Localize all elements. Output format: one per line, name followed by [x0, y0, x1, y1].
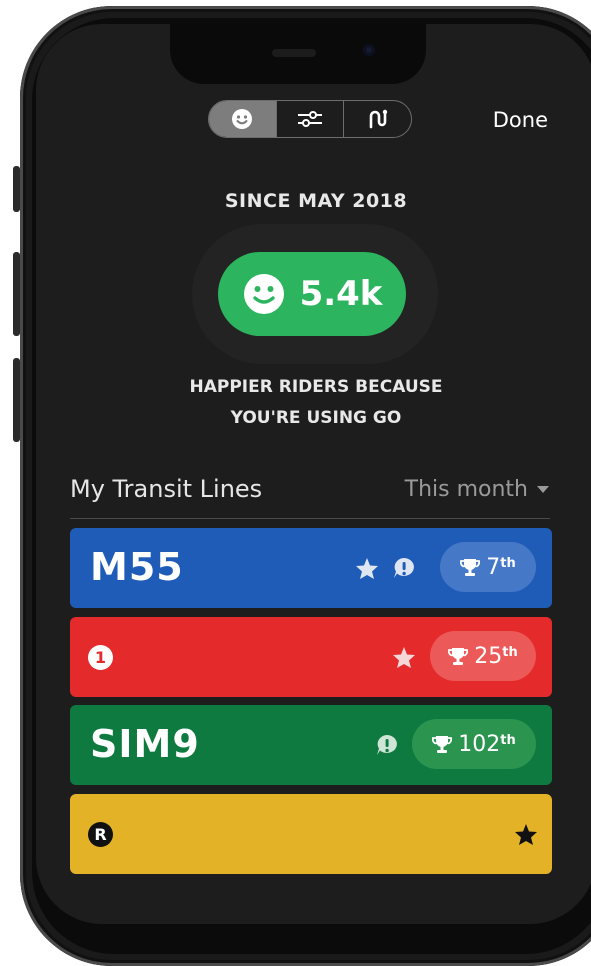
mute-switch — [13, 166, 20, 212]
alert-bubble-icon[interactable] — [392, 557, 416, 580]
line-name: M55 — [90, 545, 184, 589]
app-screen: Done SINCE MAY 2018 5.4k HAPPIER RIDERS … — [36, 24, 591, 924]
star-icon[interactable] — [355, 557, 379, 580]
happy-riders-count: 5.4k — [299, 274, 383, 314]
period-dropdown[interactable]: This month — [405, 477, 550, 502]
star-icon[interactable] — [392, 646, 416, 669]
trophy-icon — [460, 559, 481, 576]
alert-bubble-icon[interactable] — [375, 734, 399, 757]
smiley-icon — [232, 109, 253, 129]
happy-riders-stat: 5.4k — [218, 252, 406, 336]
view-segmented-control — [208, 100, 412, 138]
done-button[interactable]: Done — [493, 108, 548, 132]
route-icon — [369, 109, 387, 129]
smiley-icon — [243, 274, 284, 314]
front-camera — [363, 44, 375, 56]
route-bullet-1: 1 — [88, 645, 113, 670]
since-label: SINCE MAY 2018 — [224, 190, 408, 212]
section-title: My Transit Lines — [70, 475, 263, 503]
period-label: This month — [404, 477, 528, 502]
sliders-icon — [298, 111, 322, 127]
rank-value: 25th — [474, 643, 518, 669]
caption-line-1: HAPPIER RIDERS BECAUSE — [189, 377, 443, 397]
star-icon[interactable] — [514, 823, 538, 846]
volume-up-button — [13, 252, 20, 336]
volume-down-button — [13, 358, 20, 442]
rank-badge[interactable]: 7th — [440, 542, 536, 592]
transit-line-m55[interactable]: M55 7th — [70, 528, 552, 608]
segment-settings[interactable] — [275, 101, 344, 137]
rank-badge[interactable]: 25th — [430, 631, 536, 681]
notch — [170, 24, 426, 84]
rank-value: 102th — [458, 731, 516, 757]
rank-badge[interactable]: 102th — [412, 719, 536, 769]
speaker-grille — [272, 49, 316, 57]
transit-line-sim9[interactable]: SIM9 102th — [70, 705, 552, 785]
transit-line-1[interactable]: 1 25th — [70, 617, 552, 697]
caret-down-icon — [537, 486, 549, 493]
caption-line-2: YOU'RE USING GO — [230, 408, 402, 428]
happy-riders-caption: HAPPIER RIDERS BECAUSE YOU'RE USING GO — [36, 372, 591, 434]
segment-smiley[interactable] — [209, 101, 276, 137]
segment-route[interactable] — [343, 101, 411, 137]
rank-value: 7th — [486, 554, 516, 580]
trophy-icon — [448, 648, 469, 665]
transit-line-r[interactable]: R — [70, 794, 552, 874]
line-name: SIM9 — [90, 722, 200, 766]
route-bullet-r: R — [88, 822, 113, 847]
section-divider — [70, 518, 550, 519]
trophy-icon — [432, 736, 453, 753]
